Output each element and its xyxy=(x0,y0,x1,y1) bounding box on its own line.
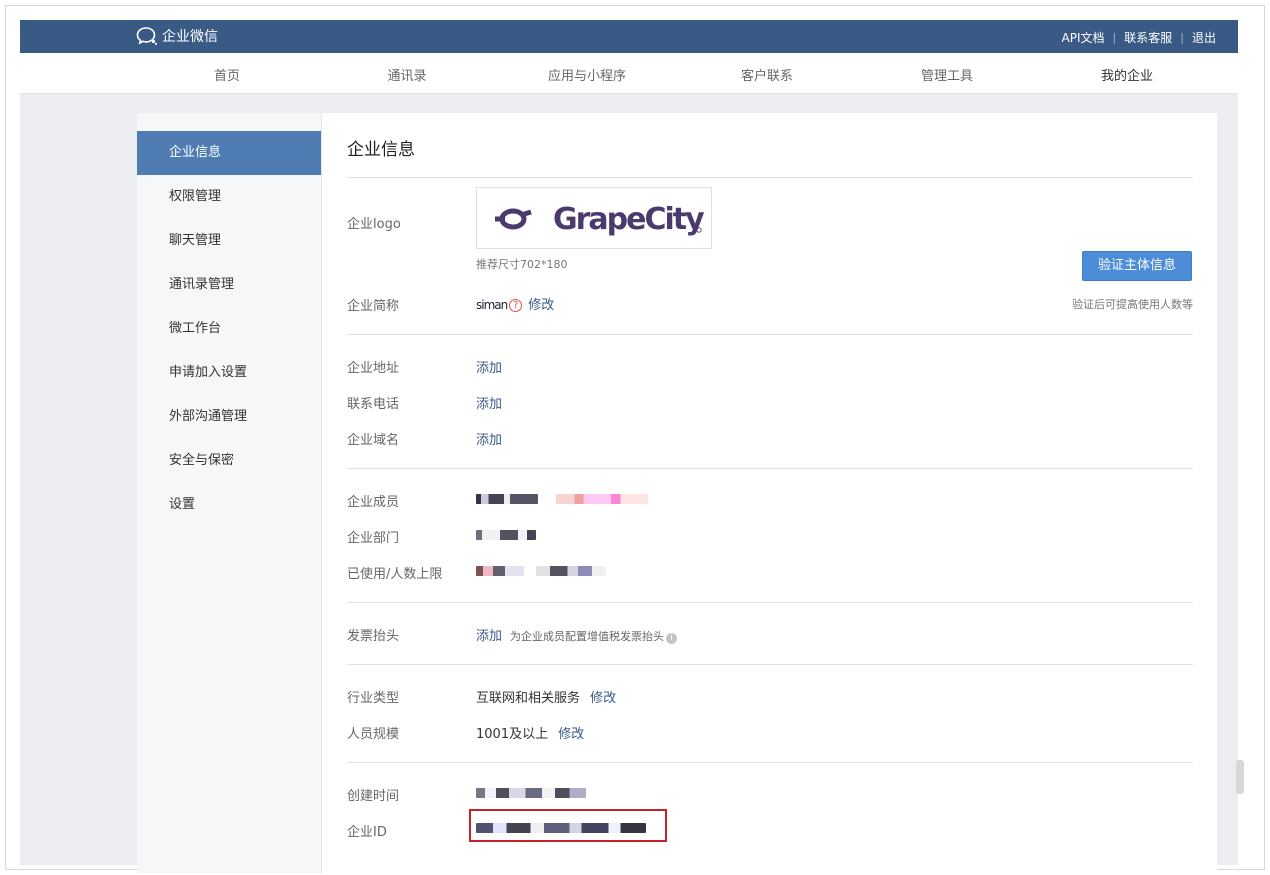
divider xyxy=(347,602,1193,603)
invoice-label: 发票抬头 xyxy=(347,629,400,644)
top-bar: 企业微信 API文档 | 联系客服 | 退出 xyxy=(20,20,1238,53)
logo-label: 企业logo xyxy=(347,217,401,232)
sidebar-item-chat[interactable]: 聊天管理 xyxy=(137,219,321,263)
sidebar-item-join-settings[interactable]: 申请加入设置 xyxy=(137,351,321,395)
created-label: 创建时间 xyxy=(347,789,400,804)
divider xyxy=(347,762,1193,763)
industry-row: 互联网和相关服务 修改 xyxy=(476,687,616,706)
logout-link[interactable]: 退出 xyxy=(1192,29,1216,46)
sidebar: 企业信息 权限管理 聊天管理 通讯录管理 微工作台 申请加入设置 外部沟通管理 … xyxy=(137,113,322,873)
corp-id-highlight-box xyxy=(469,809,667,842)
invoice-add-link[interactable]: 添加 xyxy=(476,629,502,644)
scale-label: 人员规模 xyxy=(347,727,400,742)
link-separator: | xyxy=(1112,31,1117,44)
wecom-logo-icon xyxy=(136,27,158,45)
address-add-link[interactable]: 添加 xyxy=(476,357,502,376)
departments-label: 企业部门 xyxy=(347,531,400,546)
short-name-value: siman xyxy=(476,298,508,312)
logo-box[interactable]: GrapeCity xyxy=(476,187,712,249)
divider xyxy=(347,468,1193,469)
short-name-label: 企业简称 xyxy=(347,299,400,314)
scale-row: 1001及以上 修改 xyxy=(476,723,584,742)
company-info-content: 企业信息 企业logo GrapeCity 推荐尺寸702*180 验证主体信息… xyxy=(322,113,1217,873)
contact-support-link[interactable]: 联系客服 xyxy=(1124,29,1172,46)
corp-id-label: 企业ID xyxy=(347,825,387,840)
page-title: 企业信息 xyxy=(347,140,415,160)
usage-label: 已使用/人数上限 xyxy=(347,567,443,582)
short-name-edit-link[interactable]: 修改 xyxy=(528,298,554,313)
divider xyxy=(347,177,1193,178)
address-label: 企业地址 xyxy=(347,361,400,376)
main-nav: 首页 通讯录 应用与小程序 客户联系 管理工具 我的企业 xyxy=(20,53,1238,98)
sidebar-item-company-info[interactable]: 企业信息 xyxy=(137,131,321,175)
nav-tools[interactable]: 管理工具 xyxy=(921,65,973,95)
sidebar-item-security[interactable]: 安全与保密 xyxy=(137,439,321,483)
phone-add-link[interactable]: 添加 xyxy=(476,393,502,412)
invoice-hint: 为企业成员配置增值税发票抬头 xyxy=(510,630,665,643)
api-docs-link[interactable]: API文档 xyxy=(1062,29,1105,46)
domain-add-link[interactable]: 添加 xyxy=(476,429,502,448)
info-icon[interactable]: i xyxy=(666,633,678,644)
logo-text: GrapeCity xyxy=(553,202,705,237)
sidebar-item-settings[interactable]: 设置 xyxy=(137,483,321,527)
logo-size-hint: 推荐尺寸702*180 xyxy=(476,258,568,271)
scale-value: 1001及以上 xyxy=(476,727,549,742)
company-logo: GrapeCity xyxy=(495,202,707,237)
divider xyxy=(347,334,1193,335)
sidebar-item-contacts[interactable]: 通讯录管理 xyxy=(137,263,321,307)
top-links: API文档 | 联系客服 | 退出 xyxy=(1062,29,1216,46)
invoice-row: 添加 为企业成员配置增值税发票抬头 i xyxy=(476,625,678,644)
brand[interactable]: 企业微信 xyxy=(136,26,218,46)
verify-hint: 验证后可提高使用人数等 xyxy=(1072,298,1193,311)
nav-apps[interactable]: 应用与小程序 xyxy=(548,65,626,95)
nav-customer[interactable]: 客户联系 xyxy=(741,65,793,95)
domain-label: 企业域名 xyxy=(347,433,400,448)
nav-contacts[interactable]: 通讯录 xyxy=(387,65,426,95)
sidebar-item-permissions[interactable]: 权限管理 xyxy=(137,175,321,219)
industry-edit-link[interactable]: 修改 xyxy=(590,691,616,706)
departments-value-redacted xyxy=(476,527,536,542)
industry-value: 互联网和相关服务 xyxy=(476,691,581,706)
nav-home[interactable]: 首页 xyxy=(214,65,240,95)
usage-value-redacted xyxy=(476,563,607,578)
scrollbar-handle[interactable] xyxy=(1236,760,1244,794)
brand-name: 企业微信 xyxy=(162,29,218,45)
link-separator: | xyxy=(1180,31,1184,44)
members-label: 企业成员 xyxy=(347,495,400,510)
created-value-redacted xyxy=(476,785,586,800)
industry-label: 行业类型 xyxy=(347,691,400,706)
phone-label: 联系电话 xyxy=(347,397,400,412)
members-value-redacted xyxy=(476,491,649,506)
sidebar-item-workbench[interactable]: 微工作台 xyxy=(137,307,321,351)
short-name-row: siman? 修改 xyxy=(476,294,554,313)
scale-edit-link[interactable]: 修改 xyxy=(558,727,584,742)
help-icon[interactable]: ? xyxy=(509,299,523,312)
divider xyxy=(347,664,1193,665)
verify-entity-button[interactable]: 验证主体信息 xyxy=(1082,251,1192,281)
sidebar-item-external[interactable]: 外部沟通管理 xyxy=(137,395,321,439)
